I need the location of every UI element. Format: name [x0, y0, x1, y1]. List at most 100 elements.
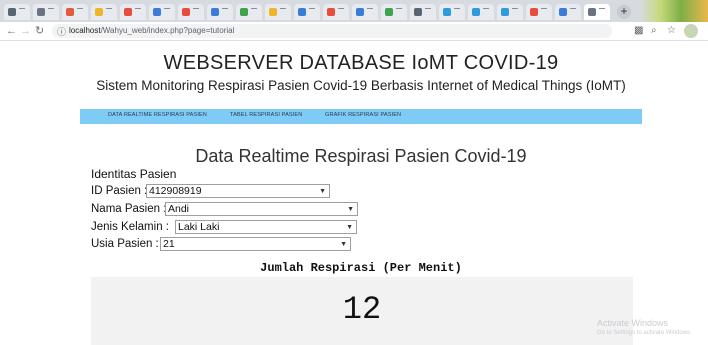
tab-favicon-icon [501, 8, 509, 16]
close-icon[interactable] [425, 8, 431, 9]
tab-favicon-icon [95, 8, 103, 16]
tab-favicon-icon [385, 8, 393, 16]
browser-tab[interactable] [584, 4, 610, 20]
address-bar[interactable]: ⓘ localhost/Wahyu_web/index.php?page=tut… [52, 24, 612, 38]
respiration-count-label: Jumlah Respirasi (Per Menit) [260, 261, 462, 275]
browser-tab[interactable] [120, 4, 146, 20]
back-icon[interactable]: ← [6, 24, 17, 38]
browser-tab[interactable] [323, 4, 349, 20]
extensions-icon[interactable]: ▩ [634, 25, 643, 36]
close-icon[interactable] [77, 8, 83, 9]
tab-favicon-icon [414, 8, 422, 16]
close-icon[interactable] [570, 8, 576, 9]
browser-tab[interactable] [236, 4, 262, 20]
close-icon[interactable] [280, 8, 286, 9]
browser-tab-strip: + [0, 0, 708, 22]
tab-favicon-icon [588, 8, 596, 16]
browser-tab[interactable] [439, 4, 465, 20]
star-icon[interactable]: ☆ [667, 25, 676, 36]
browser-tab[interactable] [526, 4, 552, 20]
browser-tab[interactable] [4, 4, 30, 20]
browser-tab[interactable] [410, 4, 436, 20]
patient-age-value: 21 [163, 238, 175, 250]
new-tab-button[interactable]: + [617, 5, 631, 19]
chevron-down-icon: ▼ [319, 188, 326, 195]
browser-tab[interactable] [352, 4, 378, 20]
patient-name-row: Nama Pasien : Andi ▼ [91, 202, 358, 216]
patient-gender-select[interactable]: Laki Laki ▼ [175, 220, 357, 234]
tab-favicon-icon [211, 8, 219, 16]
close-icon[interactable] [309, 8, 315, 9]
patient-gender-label: Jenis Kelamin : [91, 221, 169, 233]
browser-tab[interactable] [33, 4, 59, 20]
browser-tab[interactable] [178, 4, 204, 20]
url-text: localhost/Wahyu_web/index.php?page=tutor… [69, 26, 235, 35]
menu-link-realtime[interactable]: DATA REALTIME RESPIRASI PASIEN [108, 112, 207, 118]
chevron-down-icon: ▼ [347, 206, 354, 213]
chevron-down-icon: ▼ [340, 241, 347, 248]
close-icon[interactable] [251, 8, 257, 9]
close-icon[interactable] [483, 8, 489, 9]
browser-tab[interactable] [207, 4, 233, 20]
menu-link-table[interactable]: TABEL RESPIRASI PASIEN [230, 112, 302, 118]
close-icon[interactable] [222, 8, 228, 9]
close-icon[interactable] [367, 8, 373, 9]
close-icon[interactable] [106, 8, 112, 9]
zoom-icon[interactable]: ⌕ [651, 25, 657, 36]
close-icon[interactable] [48, 8, 54, 9]
patient-age-label: Usia Pasien : [91, 238, 159, 250]
profile-avatar[interactable] [684, 24, 698, 38]
close-icon[interactable] [512, 8, 518, 9]
close-icon[interactable] [454, 8, 460, 9]
chevron-down-icon: ▼ [346, 224, 353, 231]
tab-favicon-icon [153, 8, 161, 16]
patient-id-row: ID Pasien : 412908919 ▼ [91, 184, 330, 198]
tab-favicon-icon [182, 8, 190, 16]
close-icon[interactable] [599, 8, 605, 9]
patient-id-label: ID Pasien : [91, 185, 148, 197]
watermark-title: Activate Windows [597, 318, 669, 328]
close-icon[interactable] [193, 8, 199, 9]
browser-tab[interactable] [62, 4, 88, 20]
tab-favicon-icon [37, 8, 45, 16]
patient-age-row: Usia Pasien : 21 ▼ [91, 237, 351, 251]
tab-favicon-icon [66, 8, 74, 16]
tab-favicon-icon [530, 8, 538, 16]
close-icon[interactable] [164, 8, 170, 9]
tab-favicon-icon [269, 8, 277, 16]
tab-favicon-icon [124, 8, 132, 16]
info-icon[interactable]: ⓘ [57, 25, 66, 38]
browser-tab[interactable] [265, 4, 291, 20]
browser-tab[interactable] [381, 4, 407, 20]
tab-favicon-icon [327, 8, 335, 16]
tab-favicon-icon [298, 8, 306, 16]
browser-tab[interactable] [497, 4, 523, 20]
windows-activation-watermark: Activate Windows Go to Settings to activ… [597, 318, 692, 338]
tab-favicon-icon [472, 8, 480, 16]
browser-toolbar: ← → ↻ ⓘ localhost/Wahyu_web/index.php?pa… [0, 22, 708, 41]
browser-tab[interactable] [294, 4, 320, 20]
close-icon[interactable] [135, 8, 141, 9]
respiration-counter-panel: 12 [91, 277, 633, 345]
close-icon[interactable] [396, 8, 402, 9]
patient-age-select[interactable]: 21 ▼ [160, 237, 351, 251]
patient-name-select[interactable]: Andi ▼ [165, 202, 358, 216]
browser-tab[interactable] [555, 4, 581, 20]
patient-gender-value: Laki Laki [178, 221, 220, 233]
tab-favicon-icon [559, 8, 567, 16]
browser-tab[interactable] [149, 4, 175, 20]
menu-link-graph[interactable]: GRAFIK RESPIRASI PASIEN [325, 112, 401, 118]
section-title: Data Realtime Respirasi Pasien Covid-19 [195, 146, 527, 166]
tab-favicon-icon [240, 8, 248, 16]
patient-id-select[interactable]: 412908919 ▼ [146, 184, 330, 198]
forward-icon[interactable]: → [20, 24, 31, 38]
close-icon[interactable] [541, 8, 547, 9]
browser-tab[interactable] [91, 4, 117, 20]
theme-decoration [640, 0, 708, 22]
close-icon[interactable] [19, 8, 25, 9]
patient-id-value: 412908919 [149, 185, 202, 197]
browser-tab[interactable] [468, 4, 494, 20]
reload-icon[interactable]: ↻ [35, 24, 44, 38]
close-icon[interactable] [338, 8, 344, 9]
site-title: WEBSERVER DATABASE IoMT COVID-19 [163, 52, 559, 74]
